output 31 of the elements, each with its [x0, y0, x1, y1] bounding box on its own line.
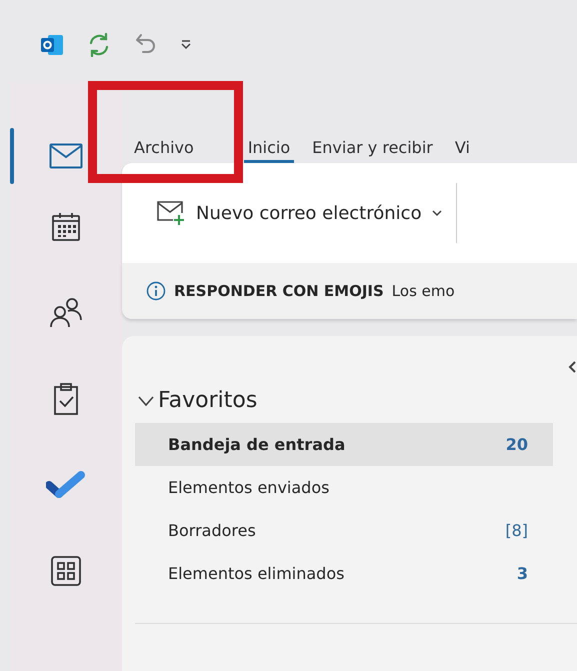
- new-mail-icon: [156, 200, 186, 226]
- collapse-icon[interactable]: [567, 360, 577, 374]
- unread-count: 3: [516, 564, 528, 583]
- checkmark-icon[interactable]: [46, 469, 86, 501]
- outlook-logo-icon: [40, 33, 64, 57]
- ribbon-tab[interactable]: Archivo: [130, 138, 198, 163]
- ribbon-tab[interactable]: Vi: [450, 138, 474, 163]
- folder-item[interactable]: Borradores [8]: [135, 509, 553, 552]
- folder-item[interactable]: Elementos enviados: [135, 466, 553, 509]
- info-icon: [146, 281, 166, 301]
- clipboard-check-icon[interactable]: [52, 382, 80, 416]
- favorites-header[interactable]: Favoritos: [122, 388, 258, 413]
- chevron-icon: [136, 394, 156, 408]
- apps-icon[interactable]: [50, 555, 82, 587]
- unread-count: [8]: [505, 521, 528, 540]
- chevron-down-icon: [432, 209, 442, 217]
- new-email-button[interactable]: Nuevo correo electrónico: [152, 196, 446, 230]
- unread-count: 20: [506, 435, 528, 454]
- folder-name: Elementos enviados: [168, 478, 330, 497]
- folder-name: Borradores: [168, 521, 256, 540]
- info-title: RESPONDER CON EMOJIS: [174, 282, 384, 300]
- people-icon[interactable]: [48, 297, 84, 329]
- calendar-icon[interactable]: [51, 212, 81, 242]
- info-message: Los emo: [392, 282, 455, 300]
- customize-icon[interactable]: [180, 39, 192, 51]
- folder-item[interactable]: Bandeja de entrada 20: [135, 423, 553, 466]
- folder-item[interactable]: Elementos eliminados 3: [135, 552, 553, 595]
- mail-icon[interactable]: [49, 143, 83, 169]
- folder-name: Elementos eliminados: [168, 564, 344, 583]
- ribbon-tab[interactable]: Enviar y recibir: [308, 138, 437, 163]
- folder-name: Bandeja de entrada: [168, 435, 346, 454]
